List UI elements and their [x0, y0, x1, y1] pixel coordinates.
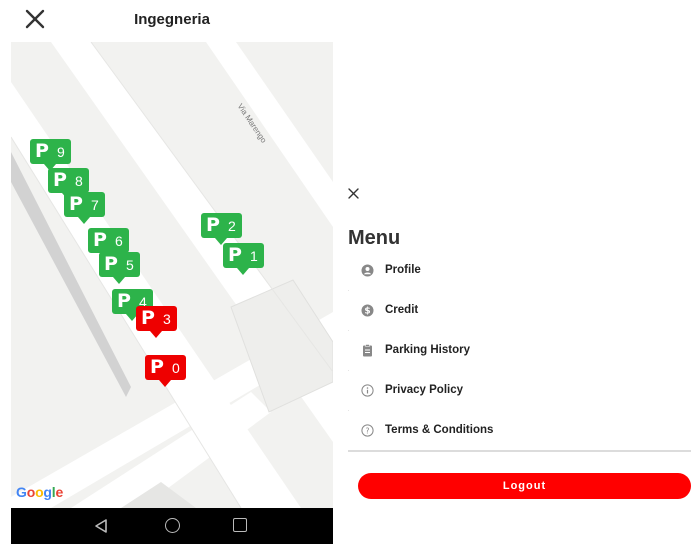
menu-title: Menu — [348, 227, 401, 249]
map-screen: Ingegneria Via Marengo P 9 P 8 P 7 P 6 P… — [11, 0, 333, 544]
parking-p-icon: P — [93, 229, 107, 251]
system-nav-bar — [11, 508, 333, 544]
parking-p-icon: P — [53, 169, 67, 191]
parking-marker[interactable]: P 0 — [145, 355, 186, 387]
menu-item-terms-conditions[interactable]: ? Terms & Conditions — [348, 410, 691, 450]
parking-p-icon: P — [104, 253, 118, 275]
google-logo: Google — [16, 484, 64, 500]
parking-p-icon: P — [150, 356, 164, 378]
menu-divider — [348, 450, 691, 452]
parking-spot-number: 0 — [171, 359, 180, 376]
parking-spot-number: 5 — [125, 256, 134, 273]
logout-button[interactable]: Logout — [358, 473, 691, 499]
home-circle-icon[interactable] — [165, 518, 180, 533]
menu-item-label: Profile — [385, 264, 421, 276]
parking-spot-number: 6 — [114, 232, 123, 249]
parking-p-icon: P — [35, 140, 49, 162]
parking-marker[interactable]: P 7 — [64, 192, 105, 224]
parking-p-icon: P — [141, 307, 155, 329]
menu-screen: Menu Profile $ Credit Parking History Pr… — [339, 176, 691, 544]
parking-spot-number: 8 — [74, 172, 83, 189]
parking-marker[interactable]: P 3 — [136, 306, 177, 338]
svg-text:?: ? — [366, 426, 370, 435]
map-roads — [11, 42, 333, 508]
info-circle-icon — [361, 383, 374, 397]
menu-item-label: Privacy Policy — [385, 384, 463, 396]
menu-item-label: Parking History — [385, 344, 470, 356]
parking-p-icon: P — [117, 290, 131, 312]
parking-marker[interactable]: P 6 — [88, 228, 129, 260]
parking-spot-number: 3 — [162, 310, 171, 327]
parking-marker[interactable]: P 2 — [201, 213, 242, 245]
top-bar: Ingegneria — [11, 0, 333, 42]
parking-marker[interactable]: P 5 — [99, 252, 140, 284]
menu-item-privacy-policy[interactable]: Privacy Policy — [348, 370, 691, 410]
close-icon[interactable] — [348, 188, 359, 199]
clipboard-icon — [361, 343, 374, 357]
parking-p-icon: P — [69, 193, 83, 215]
svg-text:$: $ — [364, 306, 370, 316]
parking-spot-number: 9 — [56, 143, 65, 160]
question-circle-icon: ? — [361, 423, 374, 437]
parking-spot-number: 1 — [249, 247, 258, 264]
menu-item-label: Credit — [385, 304, 419, 316]
back-triangle-icon[interactable] — [93, 518, 109, 534]
parking-marker[interactable]: P 1 — [223, 243, 264, 275]
recent-apps-square-icon[interactable] — [233, 518, 247, 532]
parking-marker[interactable]: P 8 — [48, 168, 89, 200]
parking-spot-number: 2 — [227, 217, 236, 234]
page-title: Ingegneria — [134, 11, 210, 28]
parking-spot-number: 7 — [90, 196, 99, 213]
menu-item-profile[interactable]: Profile — [348, 250, 691, 290]
parking-map[interactable]: Via Marengo P 9 P 8 P 7 P 6 P 5 P 4 P 3 … — [11, 42, 333, 508]
user-circle-icon — [361, 264, 374, 277]
parking-marker[interactable]: P 9 — [30, 139, 71, 171]
parking-p-icon: P — [228, 244, 242, 266]
menu-list: Profile $ Credit Parking History Privacy… — [348, 250, 691, 450]
menu-item-parking-history[interactable]: Parking History — [348, 330, 691, 370]
dollar-circle-icon: $ — [361, 304, 374, 317]
menu-item-credit[interactable]: $ Credit — [348, 290, 691, 330]
parking-p-icon: P — [206, 214, 220, 236]
menu-item-label: Terms & Conditions — [385, 424, 494, 436]
